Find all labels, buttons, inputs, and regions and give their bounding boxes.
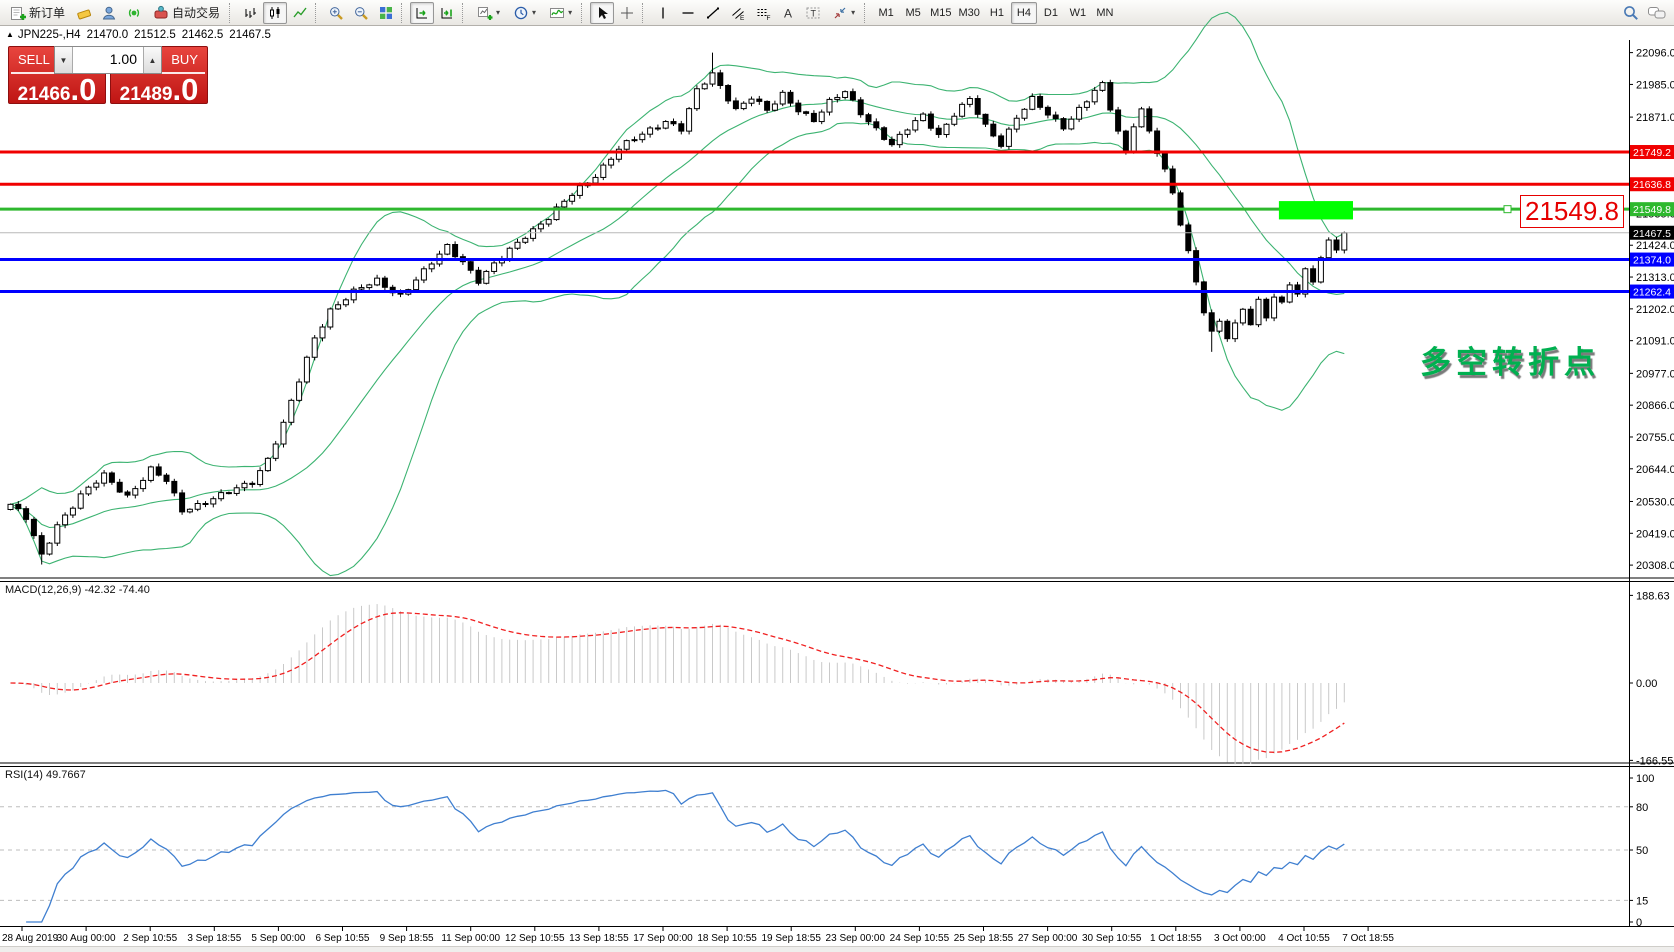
window-bottom-strip [0,946,1674,952]
svg-text:11 Sep 00:00: 11 Sep 00:00 [441,933,500,944]
candles [8,53,1347,565]
svg-text:5 Sep 00:00: 5 Sep 00:00 [251,933,305,944]
svg-text:22096.0: 22096.0 [1636,48,1674,60]
quote-high: 21512.5 [134,29,176,41]
svg-text:9 Sep 18:55: 9 Sep 18:55 [380,933,434,944]
svg-text:20530.0: 20530.0 [1636,496,1674,508]
svg-text:21985.0: 21985.0 [1636,79,1674,91]
sell-price: 21466.0 [9,75,105,111]
svg-text:20644.0: 20644.0 [1636,464,1674,476]
svg-text:0: 0 [1636,917,1642,929]
svg-text:17 Sep 00:00: 17 Sep 00:00 [633,933,693,944]
svg-text:20308.0: 20308.0 [1636,560,1674,572]
svg-text:188.63: 188.63 [1636,590,1670,602]
volume-decrease-button[interactable]: ▼ [55,47,73,73]
svg-text:100: 100 [1636,773,1654,785]
svg-text:4 Oct 10:55: 4 Oct 10:55 [1278,933,1330,944]
highlight-rectangle-object[interactable] [1279,201,1353,219]
symbol-collapse-icon[interactable]: ▲ [6,30,14,39]
svg-text:0.00: 0.00 [1636,678,1657,690]
symbol-quote-bar: ▲ JPN225-,H4 21470.0 21512.5 21462.5 21467.5 [6,29,277,41]
svg-text:20866.0: 20866.0 [1636,400,1674,412]
svg-text:21636.8: 21636.8 [1633,179,1671,191]
macd-label: MACD(12,26,9) -42.32 -74.40 [5,584,150,596]
svg-text:24 Sep 10:55: 24 Sep 10:55 [890,933,950,944]
svg-text:20755.0: 20755.0 [1636,432,1674,444]
volume-control: ▼ 1.00 ▲ [54,46,162,74]
volume-increase-button[interactable]: ▲ [143,47,161,73]
svg-text:1 Oct 18:55: 1 Oct 18:55 [1150,933,1202,944]
svg-text:21313.0: 21313.0 [1636,272,1674,284]
svg-text:3 Oct 00:00: 3 Oct 00:00 [1214,933,1266,944]
svg-text:21374.0: 21374.0 [1633,255,1671,267]
symbol-name: JPN225-,H4 [18,29,81,41]
svg-text:20419.0: 20419.0 [1636,528,1674,540]
quote-open: 21470.0 [87,29,129,41]
svg-text:7 Oct 18:55: 7 Oct 18:55 [1342,933,1394,944]
svg-text:25 Sep 18:55: 25 Sep 18:55 [954,933,1014,944]
svg-text:21262.4: 21262.4 [1633,287,1671,299]
svg-text:50: 50 [1636,845,1648,857]
quote-low: 21462.5 [182,29,224,41]
svg-text:23 Sep 00:00: 23 Sep 00:00 [826,933,886,944]
svg-text:30 Sep 10:55: 30 Sep 10:55 [1082,933,1142,944]
svg-text:3 Sep 18:55: 3 Sep 18:55 [187,933,241,944]
svg-text:18 Sep 10:55: 18 Sep 10:55 [697,933,757,944]
svg-text:21749.2: 21749.2 [1633,147,1671,159]
turning-point-annotation[interactable]: 多空转折点 [1420,337,1600,382]
svg-text:30 Aug 00:00: 30 Aug 00:00 [57,933,116,944]
svg-text:12 Sep 10:55: 12 Sep 10:55 [505,933,565,944]
svg-text:15: 15 [1636,895,1648,907]
svg-text:2 Sep 10:55: 2 Sep 10:55 [123,933,177,944]
svg-text:21424.0: 21424.0 [1636,240,1674,252]
svg-text:21871.0: 21871.0 [1636,112,1674,124]
svg-text:80: 80 [1636,802,1648,814]
svg-text:19 Sep 18:55: 19 Sep 18:55 [761,933,821,944]
svg-text:-166.55: -166.55 [1636,755,1673,767]
svg-text:21549.8: 21549.8 [1633,204,1671,216]
svg-text:27 Sep 00:00: 27 Sep 00:00 [1018,933,1078,944]
svg-text:20977.0: 20977.0 [1636,368,1674,380]
svg-text:21202.0: 21202.0 [1636,304,1674,316]
mt4-window: 新订单 自动交易 [0,0,1674,952]
price-level-text-object[interactable]: 21549.8 [1520,195,1624,228]
one-click-trading-panel: SELL 21466.0 BUY 21489.0 ▼ 1.00 ▲ [8,46,208,104]
svg-text:28 Aug 2019: 28 Aug 2019 [2,933,59,944]
svg-text:6 Sep 10:55: 6 Sep 10:55 [316,933,370,944]
svg-text:21091.0: 21091.0 [1636,336,1674,348]
rsi-label: RSI(14) 49.7667 [5,769,86,781]
svg-text:21467.5: 21467.5 [1633,228,1671,240]
chart-area[interactable]: 22096.021985.021871.021535.021424.021313… [0,0,1674,952]
svg-text:13 Sep 18:55: 13 Sep 18:55 [569,933,629,944]
volume-input[interactable]: 1.00 [73,47,143,73]
buy-price: 21489.0 [111,75,207,111]
quote-close: 21467.5 [229,29,271,41]
